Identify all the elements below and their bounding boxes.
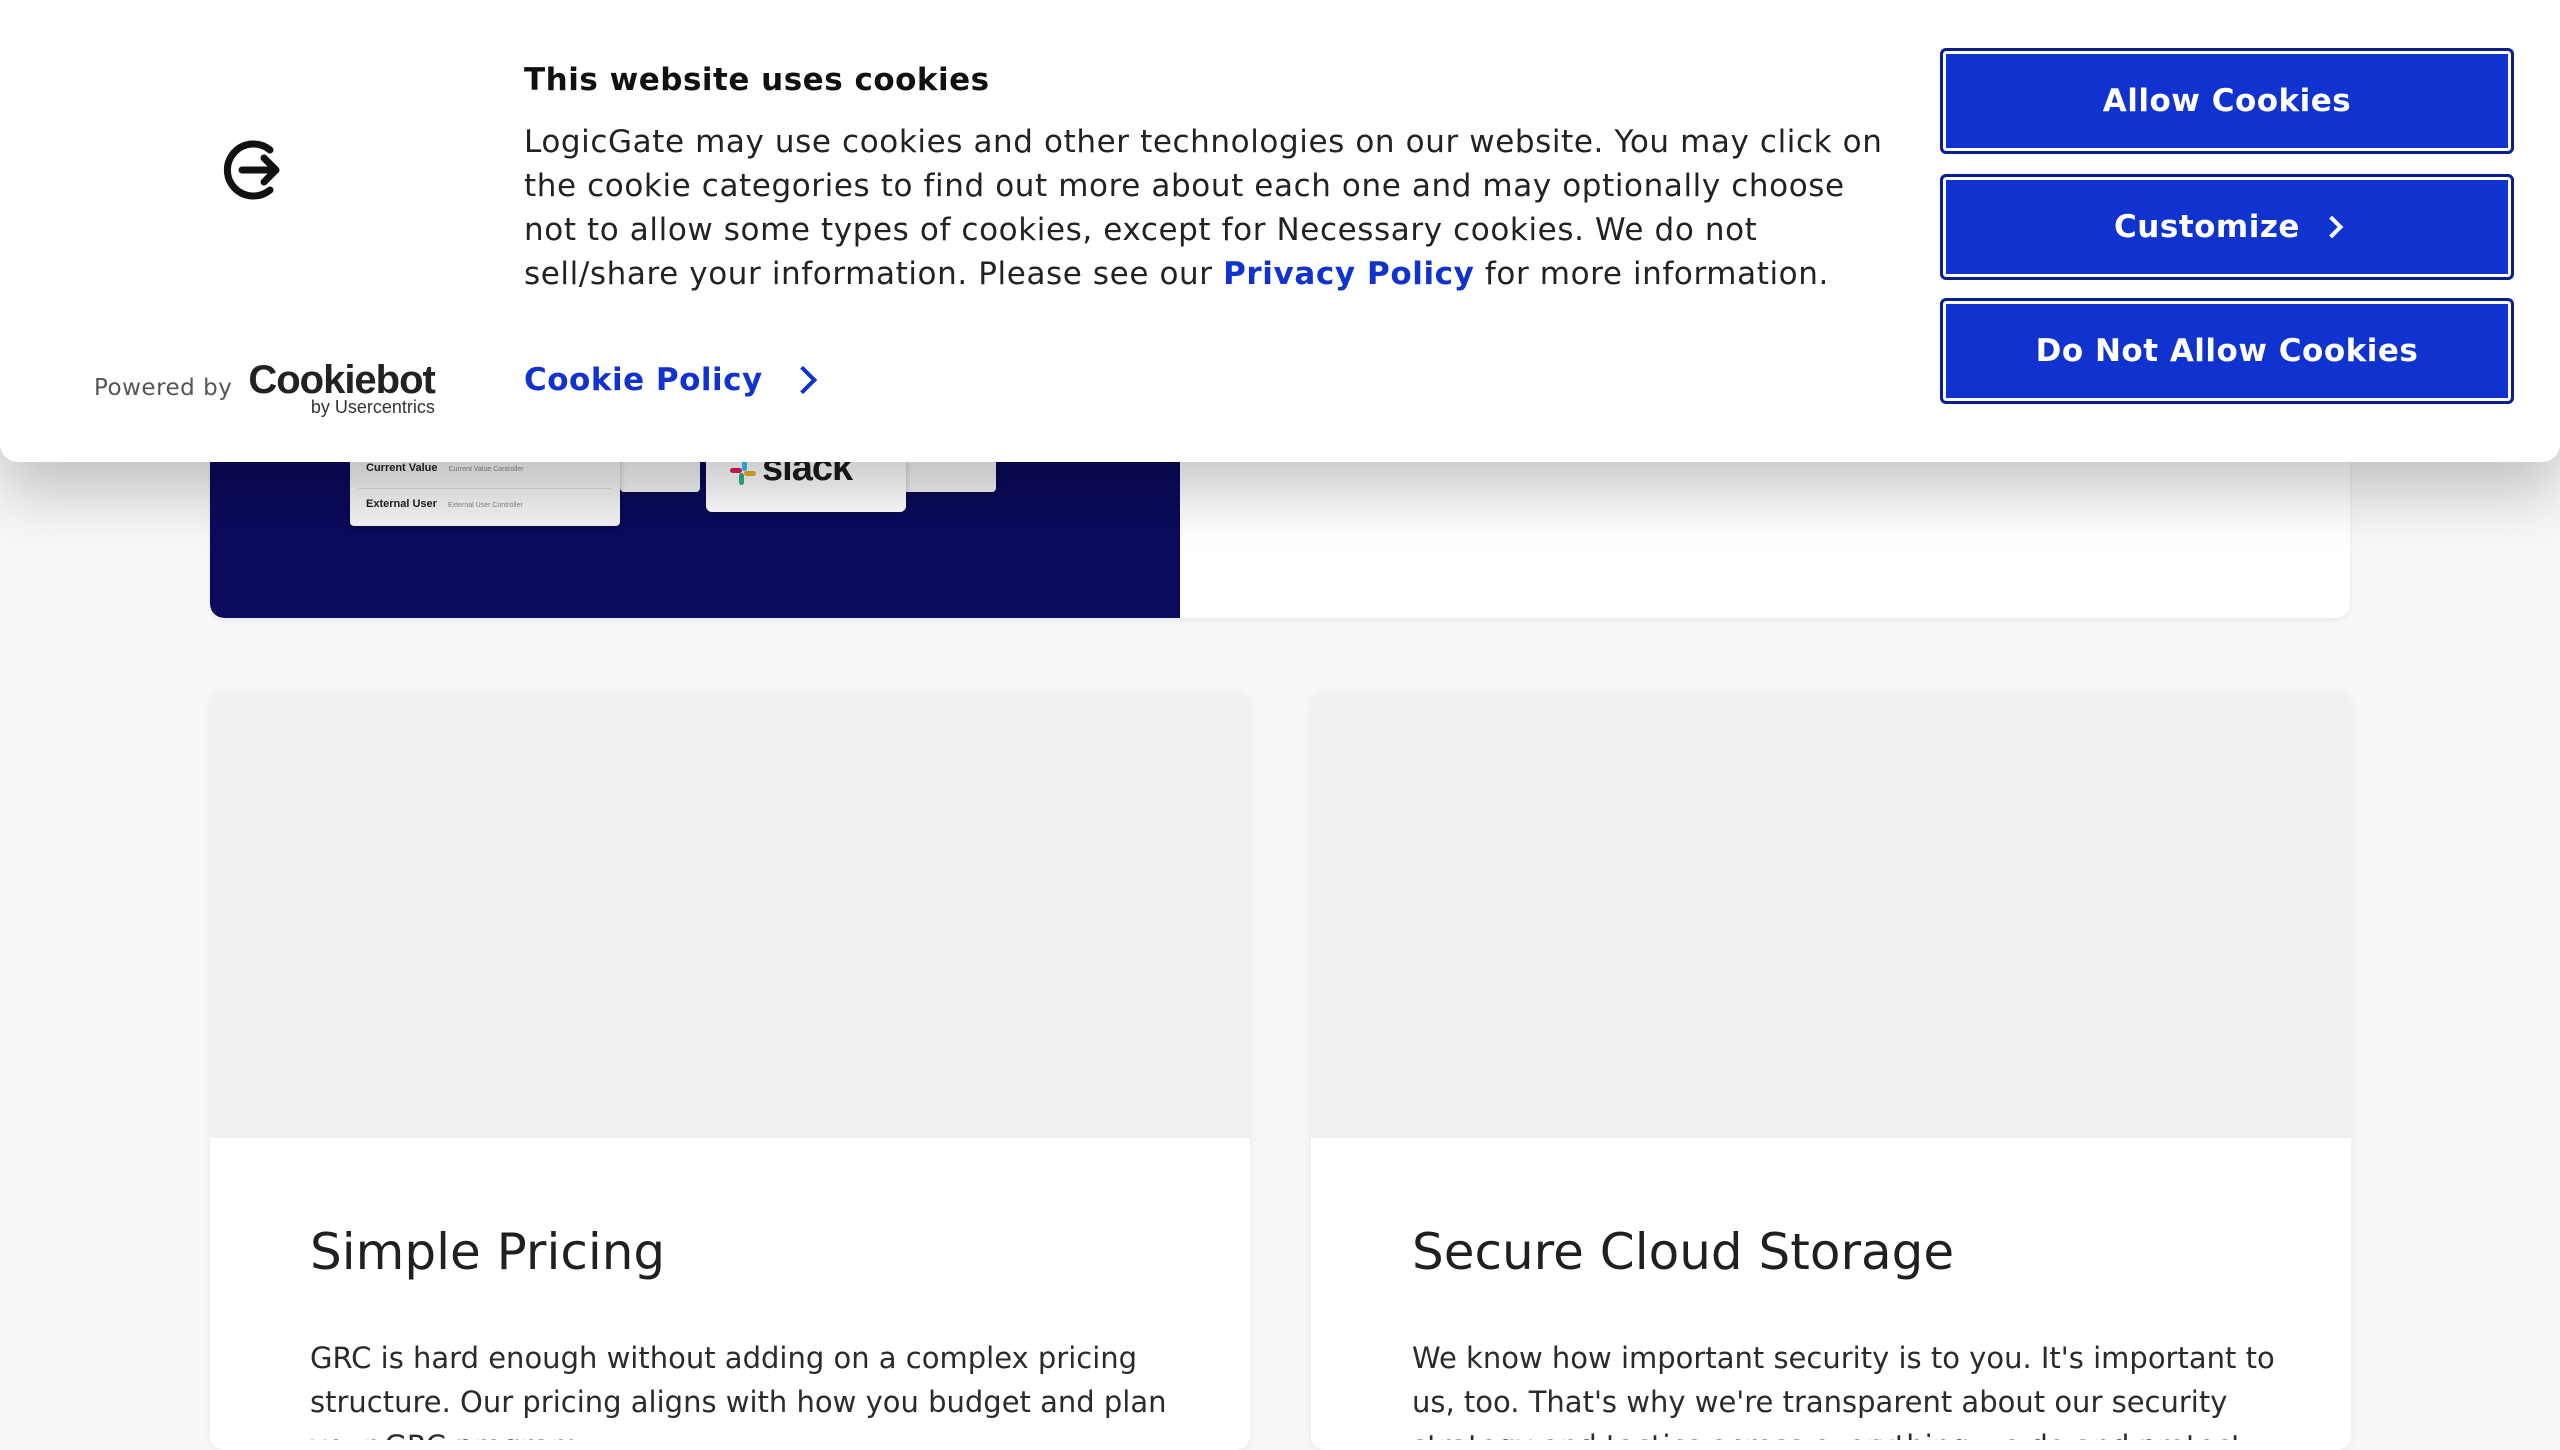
do-not-allow-cookies-button[interactable]: Do Not Allow Cookies (1940, 298, 2514, 404)
chevron-right-icon (2320, 215, 2344, 239)
feature-title: Simple Pricing (310, 1223, 666, 1281)
cookie-consent-banner: Powered by Cookiebot by Usercentrics Thi… (0, 0, 2560, 462)
cookie-banner-title: This website uses cookies (524, 62, 990, 98)
slack-icon (730, 459, 756, 485)
do-not-allow-cookies-label: Do Not Allow Cookies (2035, 333, 2419, 369)
customize-label: Customize (2114, 209, 2300, 245)
cookiebot-wordmark: Cookiebot (248, 358, 436, 402)
cookie-banner-description: LogicGate may use cookies and other tech… (524, 120, 1904, 296)
mockup-row-sub: Current Value Controller (448, 466, 524, 473)
powered-by-label: Powered by (94, 375, 233, 401)
feature-description: GRC is hard enough without adding on a c… (310, 1341, 1167, 1440)
customize-button[interactable]: Customize (1940, 174, 2514, 280)
usercentrics-label: by Usercentrics (310, 397, 435, 417)
chevron-right-icon (788, 365, 817, 395)
feature-title: Secure Cloud Storage (1412, 1223, 1955, 1281)
allow-cookies-label: Allow Cookies (2102, 83, 2352, 119)
cookie-policy-link[interactable]: Cookie Policy (524, 362, 817, 398)
mockup-row-sub: External User Controller (448, 502, 523, 509)
mockup-row-label: External User (366, 498, 437, 510)
logicgate-logo-icon (223, 140, 280, 200)
powered-by: Powered by Cookiebot by Usercentrics (94, 358, 436, 417)
feature-image-placeholder (210, 690, 1250, 1138)
description-text-end: for more information. (1474, 256, 1829, 292)
feature-description: We know how important security is to you… (1412, 1341, 2275, 1440)
cookie-policy-label: Cookie Policy (524, 362, 763, 398)
allow-cookies-button[interactable]: Allow Cookies (1940, 48, 2514, 154)
privacy-policy-link[interactable]: Privacy Policy (1223, 256, 1474, 292)
mockup-row-label: Current Value (366, 462, 438, 474)
cookiebot-logo[interactable]: Cookiebot by Usercentrics (248, 358, 436, 417)
feature-image-placeholder (1311, 690, 2351, 1138)
